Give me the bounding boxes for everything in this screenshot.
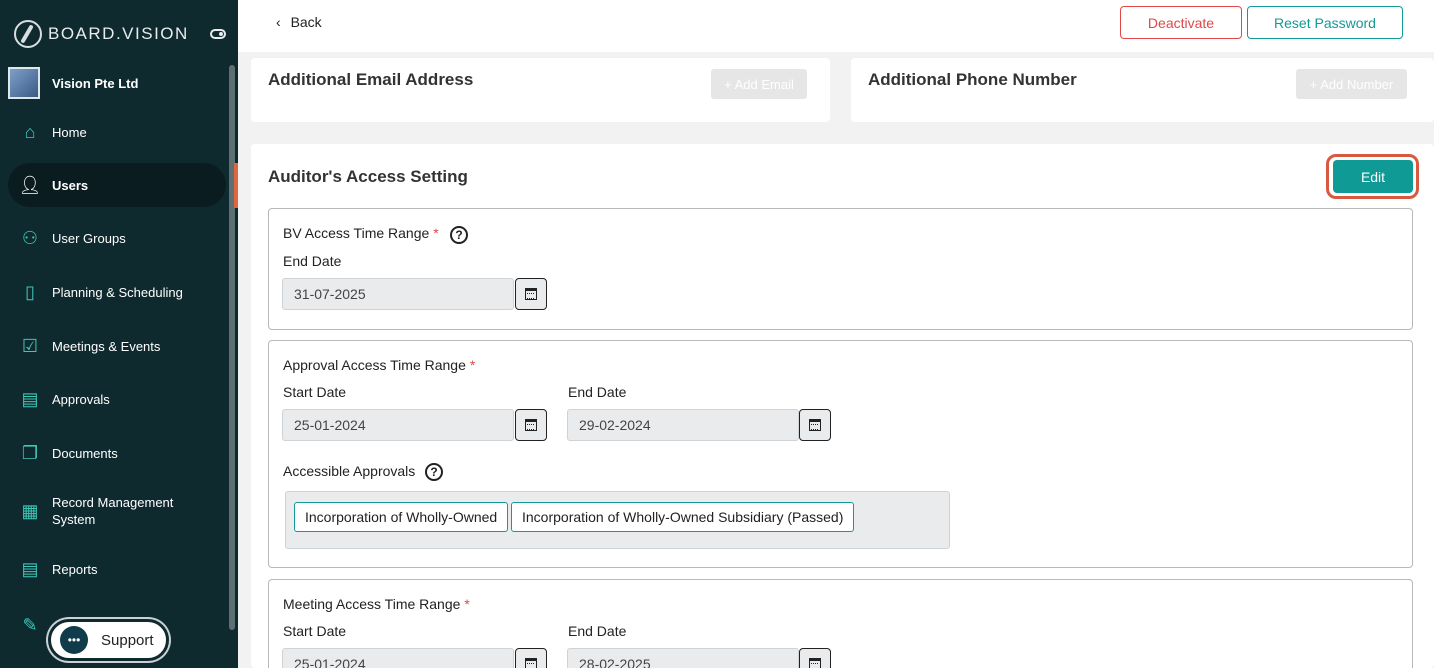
calendar-icon: [525, 288, 537, 300]
reports-icon: ▤: [21, 558, 39, 579]
add-number-button[interactable]: + Add Number: [1296, 69, 1407, 99]
sidebar-item-planning[interactable]: ▯ Planning & Scheduling: [8, 270, 226, 314]
sidebar-item-user-groups[interactable]: ⚇ User Groups: [8, 216, 226, 260]
auditor-access-title: Auditor's Access Setting: [268, 167, 468, 186]
sidebar-item-label: User Groups: [52, 230, 126, 246]
help-icon[interactable]: ?: [450, 226, 468, 244]
calendar-check-icon: ☑: [21, 335, 39, 356]
sidebar-item-label: Users: [52, 177, 89, 193]
meeting-start-date-input[interactable]: 25-01-2024: [282, 648, 514, 668]
calendar-button[interactable]: [799, 648, 831, 668]
support-label: Support: [101, 631, 154, 649]
edit-button[interactable]: Edit: [1333, 160, 1413, 193]
records-icon: ▦: [21, 500, 39, 521]
bv-access-section: [268, 208, 1413, 330]
required-marker: *: [433, 225, 439, 241]
home-icon: ⌂: [24, 121, 36, 142]
approval-tag[interactable]: Incorporation of Wholly-Owned: [294, 502, 509, 532]
sidebar-item-users[interactable]: 👤︎ Users: [8, 163, 226, 207]
additional-email-card: Additional Email Address + Add Email: [251, 58, 830, 122]
help-icon[interactable]: ?: [425, 463, 443, 481]
user-icon: 👤︎: [18, 174, 42, 195]
deactivate-button[interactable]: Deactivate: [1120, 6, 1242, 39]
sidebar-item-meetings[interactable]: ☑ Meetings & Events: [8, 324, 226, 368]
approval-access-label-text: Approval Access Time Range: [283, 357, 466, 373]
sidebar-item-label: Planning & Scheduling: [52, 284, 183, 300]
meeting-end-date-label: End Date: [568, 623, 627, 639]
sidebar-item-approvals[interactable]: ▤ Approvals: [8, 377, 226, 421]
calendar-button[interactable]: [515, 278, 547, 310]
meeting-end-date-input[interactable]: 28-02-2025: [567, 648, 799, 668]
sidebar: BOARD.VISION Vision Pte Ltd ⌂ Home 👤︎ Us…: [0, 0, 238, 668]
calendar-icon: [525, 419, 537, 431]
brand[interactable]: BOARD.VISION: [14, 20, 189, 48]
brand-name: BOARD.VISION: [48, 24, 189, 43]
meeting-start-date-label: Start Date: [283, 623, 347, 639]
calendar-icon: [809, 419, 821, 431]
approval-tag[interactable]: Incorporation of Wholly-Owned Subsidiary…: [511, 502, 855, 532]
organization-switcher[interactable]: Vision Pte Ltd: [8, 67, 138, 99]
sidebar-toggle-icon[interactable]: [210, 29, 226, 39]
sidebar-item-label: Meetings & Events: [52, 338, 161, 354]
chevron-left-icon: ‹: [276, 14, 281, 30]
sidebar-item-label: Approvals: [52, 391, 110, 407]
sidebar-item-label: Reports: [52, 561, 98, 577]
bv-access-label-text: BV Access Time Range: [283, 225, 430, 241]
bv-end-date-input[interactable]: 31-07-2025: [282, 278, 514, 310]
back-label: Back: [290, 14, 322, 30]
pen-icon: ✎: [22, 614, 38, 635]
approval-end-date-input[interactable]: 29-02-2024: [567, 409, 799, 441]
user-groups-icon: ⚇: [21, 227, 39, 248]
bv-access-label: BV Access Time Range *: [283, 225, 439, 241]
documents-icon: ❐: [21, 442, 39, 463]
sidebar-item-label: Documents: [52, 445, 118, 461]
accessible-approvals-label: Accessible Approvals: [283, 463, 416, 479]
additional-email-title: Additional Email Address: [268, 70, 474, 89]
approval-access-label: Approval Access Time Range *: [283, 357, 475, 373]
back-link[interactable]: ‹ Back: [276, 14, 322, 30]
additional-phone-card: Additional Phone Number + Add Number: [851, 58, 1434, 122]
reset-password-button[interactable]: Reset Password: [1247, 6, 1403, 39]
chat-icon: •••: [60, 626, 88, 654]
org-avatar: [8, 67, 40, 99]
calendar-button[interactable]: [799, 409, 831, 441]
calendar-button[interactable]: [515, 648, 547, 668]
calendar-button[interactable]: [515, 409, 547, 441]
top-bar: ‹ Back Deactivate Reset Password: [238, 0, 1434, 52]
add-email-button[interactable]: + Add Email: [711, 69, 807, 99]
board-vision-logo-icon: [14, 20, 42, 48]
sidebar-scrollbar[interactable]: [229, 65, 235, 630]
approval-end-date-label: End Date: [568, 384, 627, 400]
approval-start-date-label: Start Date: [283, 384, 347, 400]
meeting-access-label: Meeting Access Time Range *: [283, 596, 470, 612]
sidebar-item-home[interactable]: ⌂ Home: [8, 110, 226, 154]
calendar-icon: [525, 658, 537, 668]
required-marker: *: [464, 596, 470, 612]
approval-start-date-input[interactable]: 25-01-2024: [282, 409, 514, 441]
sidebar-item-record-management[interactable]: ▦ Record Management System: [8, 489, 226, 533]
approvals-icon: ▤: [21, 388, 39, 409]
sidebar-item-documents[interactable]: ❐ Documents: [8, 431, 226, 475]
sidebar-item-label: Record Management System: [52, 495, 174, 527]
support-button[interactable]: ••• Support: [48, 619, 169, 661]
bv-end-date-label: End Date: [283, 253, 342, 269]
planning-icon: ▯: [25, 281, 35, 302]
additional-phone-title: Additional Phone Number: [868, 70, 1077, 89]
sidebar-item-reports[interactable]: ▤ Reports: [8, 547, 226, 591]
org-name: Vision Pte Ltd: [52, 75, 139, 91]
sidebar-item-label: Home: [52, 124, 87, 140]
meeting-access-label-text: Meeting Access Time Range: [283, 596, 461, 612]
calendar-icon: [809, 658, 821, 668]
required-marker: *: [469, 357, 476, 373]
active-item-marker: [234, 163, 238, 208]
